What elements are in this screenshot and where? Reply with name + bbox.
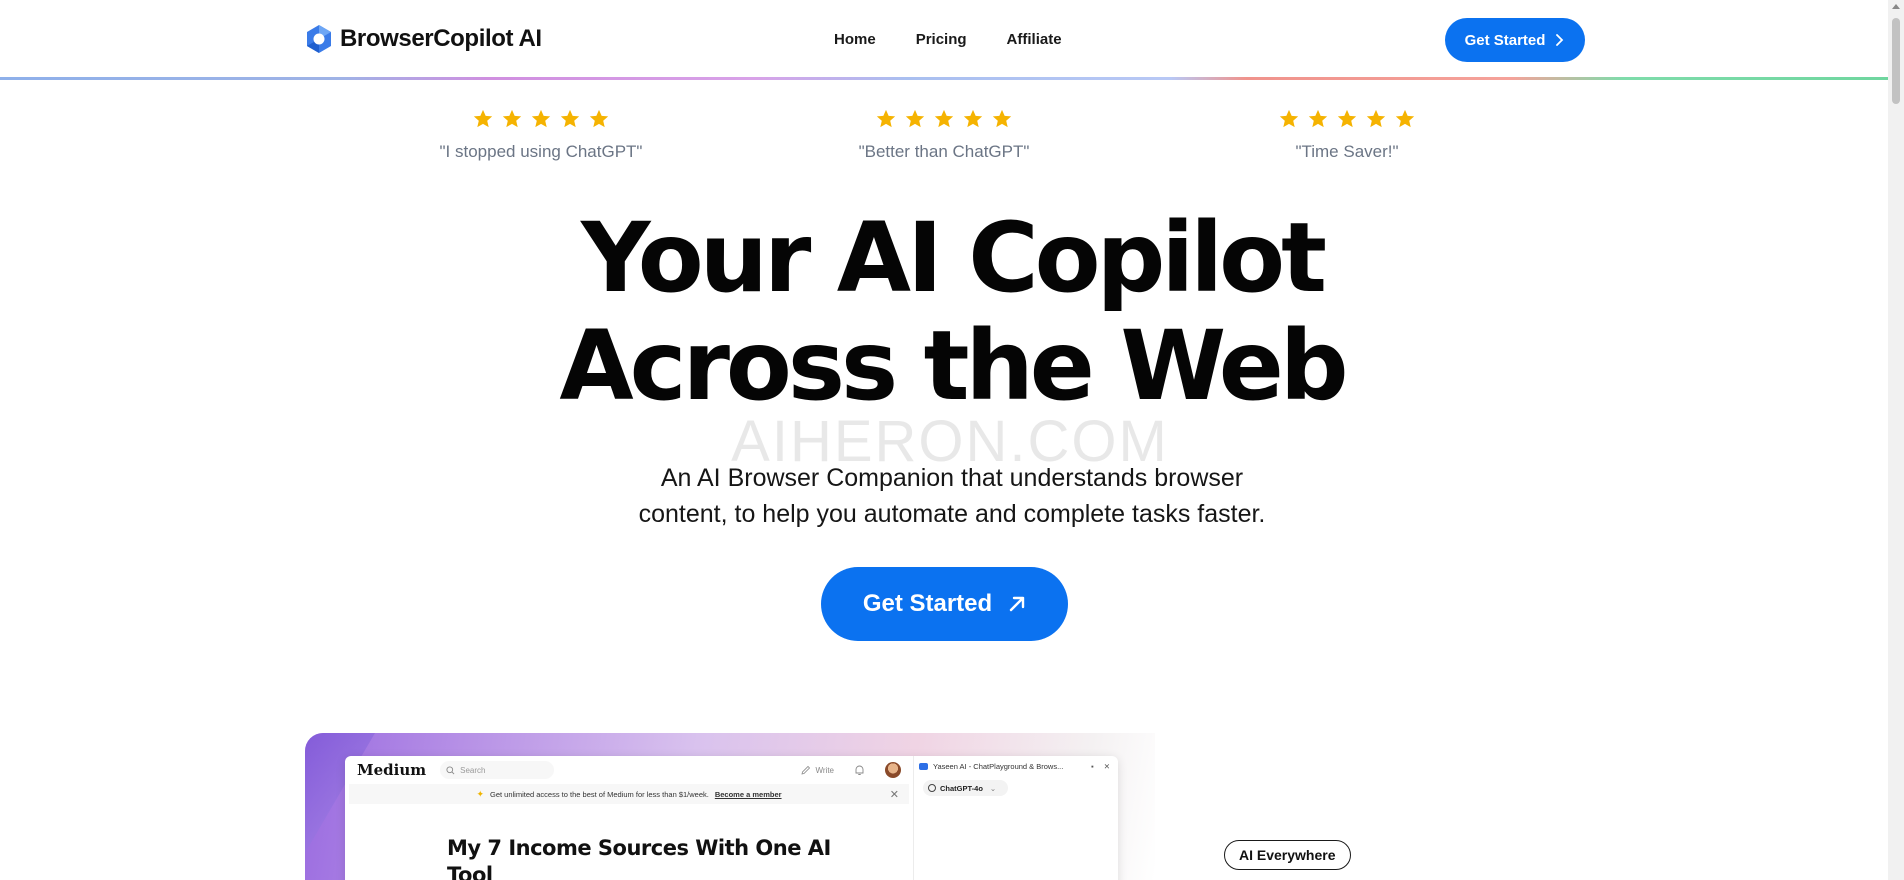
nav-affiliate[interactable]: Affiliate [1007,31,1062,48]
sparkle-icon: ✦ [476,788,484,799]
star-icon [589,109,609,128]
hero-title-line: Your AI Copilot [581,202,1327,314]
review-quote: "I stopped using ChatGPT" [439,142,643,161]
site-header: BrowserCopilot AI Home Pricing Affiliate… [0,0,1888,78]
brand-logo[interactable]: BrowserCopilot AI [305,24,542,54]
pin-icon: ▪ [1091,761,1094,771]
model-name: ChatGPT-4o [940,783,983,793]
openai-icon [928,784,936,792]
logo-hexagon-icon [307,25,331,53]
medium-search-input: Search [440,761,555,779]
nav-home[interactable]: Home [834,31,876,48]
header-gradient-divider [0,77,1888,80]
hero-get-started-button[interactable]: Get Started [821,567,1068,641]
star-icon [934,109,954,128]
chevron-down-icon: ⌄ [989,783,997,793]
hero-subtitle-line: An AI Browser Companion that understands… [660,464,1244,492]
header-cta-label: Get Started [1464,31,1546,49]
article-title: My 7 Income Sources With One AI Tool [447,836,831,880]
star-icon [502,109,522,128]
close-icon: ✕ [889,789,899,801]
scroll-thumb[interactable] [1892,18,1900,104]
browser-mockup: Medium Search Write ✦ Get unlimited acce… [345,756,1118,880]
medium-banner-text: Get unlimited access to the best of Medi… [489,789,709,799]
main-nav: Home Pricing Affiliate [834,31,1062,48]
star-icon [905,109,925,128]
star-icon [473,109,493,128]
medium-write-label: Write [815,765,834,775]
review-quote: "Better than ChatGPT" [858,142,1030,161]
arrow-up-right-icon [1009,596,1025,612]
review-quote: "Time Saver!" [1295,142,1399,161]
star-icon [1395,109,1415,128]
copilot-topbar: Yaseen AI - ChatPlayground & Brows... ▪ … [913,756,1118,776]
product-preview: Medium Search Write ✦ Get unlimited acce… [305,733,1155,880]
pencil-icon [801,765,811,775]
chevron-right-icon [1556,34,1564,46]
avatar [885,762,901,778]
star-icon [963,109,983,128]
rating-stars [794,108,1094,132]
rating-stars [1197,108,1497,132]
medium-banner-link: Become a member [714,789,782,799]
star-icon [1308,109,1328,128]
hero-subtitle: An AI Browser Companion that understands… [552,460,1352,532]
star-icon [560,109,580,128]
medium-search-placeholder: Search [460,765,486,775]
page-scrollbar[interactable] [1888,0,1904,880]
medium-actions: Write [801,762,901,778]
medium-write: Write [801,765,834,775]
star-icon [1337,109,1357,128]
header-get-started-button[interactable]: Get Started [1445,18,1585,62]
rating-stars [391,108,691,132]
medium-logo: Medium [357,761,427,779]
ai-everywhere-label: AI Everywhere [1239,847,1336,863]
close-icon: ✕ [1103,761,1110,771]
review-card: "Better than ChatGPT" [794,108,1094,162]
medium-page: Medium Search Write ✦ Get unlimited acce… [345,756,914,880]
medium-topbar: Medium Search Write [345,756,913,784]
copilot-controls: ▪ ✕ [1091,762,1110,771]
star-icon [1279,109,1299,128]
star-icon [1366,109,1386,128]
review-card: "Time Saver!" [1197,108,1497,162]
copilot-title: Yaseen AI - ChatPlayground & Brows... [933,761,1064,771]
scroll-up-arrow-icon[interactable] [1892,4,1900,9]
bell-icon [855,765,864,775]
copilot-app-icon [919,762,928,770]
star-icon [876,109,896,128]
medium-banner: ✦ Get unlimited access to the best of Me… [349,784,909,804]
hero-title: Your AI Copilot Across the Web [452,204,1452,420]
ai-everywhere-tag[interactable]: AI Everywhere [1224,840,1351,870]
hero-cta-label: Get Started [862,590,993,617]
hero-title-line: Across the Web [559,310,1348,422]
model-selector: ChatGPT-4o ⌄ [923,780,1008,796]
nav-pricing[interactable]: Pricing [916,31,967,48]
star-icon [992,109,1012,128]
brand-name: BrowserCopilot AI [340,25,542,52]
star-icon [531,109,551,128]
hero-subtitle-line: content, to help you automate and comple… [638,500,1266,528]
search-icon [446,765,455,774]
review-card: "I stopped using ChatGPT" [391,108,691,162]
copilot-sidebar: Yaseen AI - ChatPlayground & Brows... ▪ … [913,756,1118,880]
